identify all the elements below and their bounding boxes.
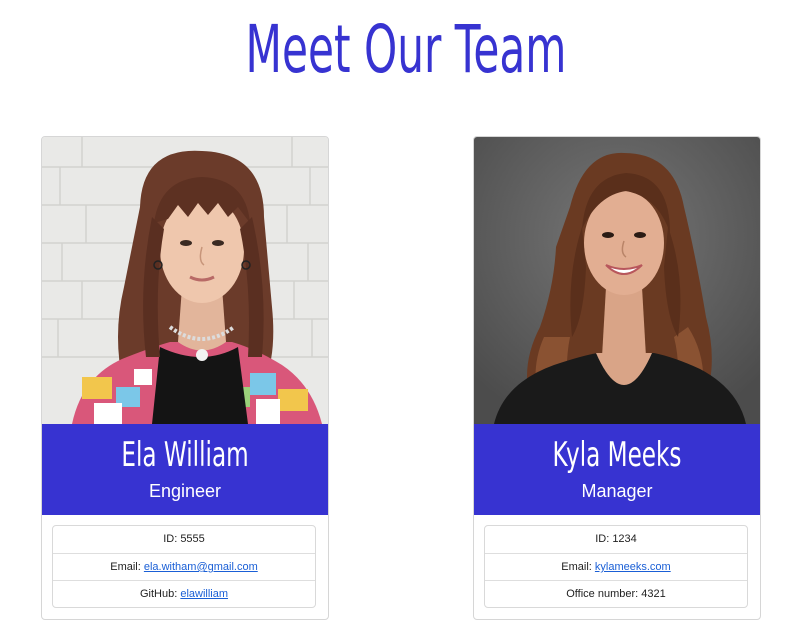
employee-role: Engineer xyxy=(148,481,222,501)
employee-header: Ela William Engineer xyxy=(42,424,328,515)
employee-github: GitHub: elawilliam xyxy=(53,580,315,607)
employee-email: Email: kylameeks.com xyxy=(485,553,747,580)
office-label: Office number: xyxy=(566,588,642,600)
id-label: ID: xyxy=(595,533,613,545)
page-title: Meet Our Team xyxy=(245,11,567,88)
employee-card-kyla: Kyla Meeks Manager ID: 1234 Email: kylam… xyxy=(473,136,761,620)
employee-role: Manager xyxy=(581,481,653,501)
employee-photo xyxy=(42,137,328,424)
employee-name: Ela William xyxy=(121,435,249,475)
employee-name: Kyla Meeks xyxy=(552,435,682,475)
employee-header: Kyla Meeks Manager xyxy=(474,424,760,515)
email-label: Email: xyxy=(561,561,595,573)
email-label: Email: xyxy=(110,561,144,573)
github-label: GitHub: xyxy=(139,588,181,600)
employee-card-ela: Ela William Engineer ID: 5555 Email: ela… xyxy=(41,136,329,620)
employee-office: Office number: 4321 xyxy=(485,580,747,607)
employee-photo xyxy=(474,137,760,424)
github-link[interactable]: elawilliam xyxy=(180,588,228,600)
id-label: ID: xyxy=(163,533,181,545)
id-value: 5555 xyxy=(180,533,205,545)
employee-id: ID: 1234 xyxy=(485,526,747,553)
employee-email: Email: ela.witham@gmail.com xyxy=(53,553,315,580)
email-link[interactable]: kylameeks.com xyxy=(595,561,671,573)
employee-info-list: ID: 1234 Email: kylameeks.com Office num… xyxy=(484,525,748,608)
email-link[interactable]: ela.witham@gmail.com xyxy=(144,561,258,573)
id-value: 1234 xyxy=(612,533,637,545)
office-number: 4321 xyxy=(641,588,666,600)
employee-id: ID: 5555 xyxy=(53,526,315,553)
employee-info-list: ID: 5555 Email: ela.witham@gmail.com Git… xyxy=(52,525,316,608)
